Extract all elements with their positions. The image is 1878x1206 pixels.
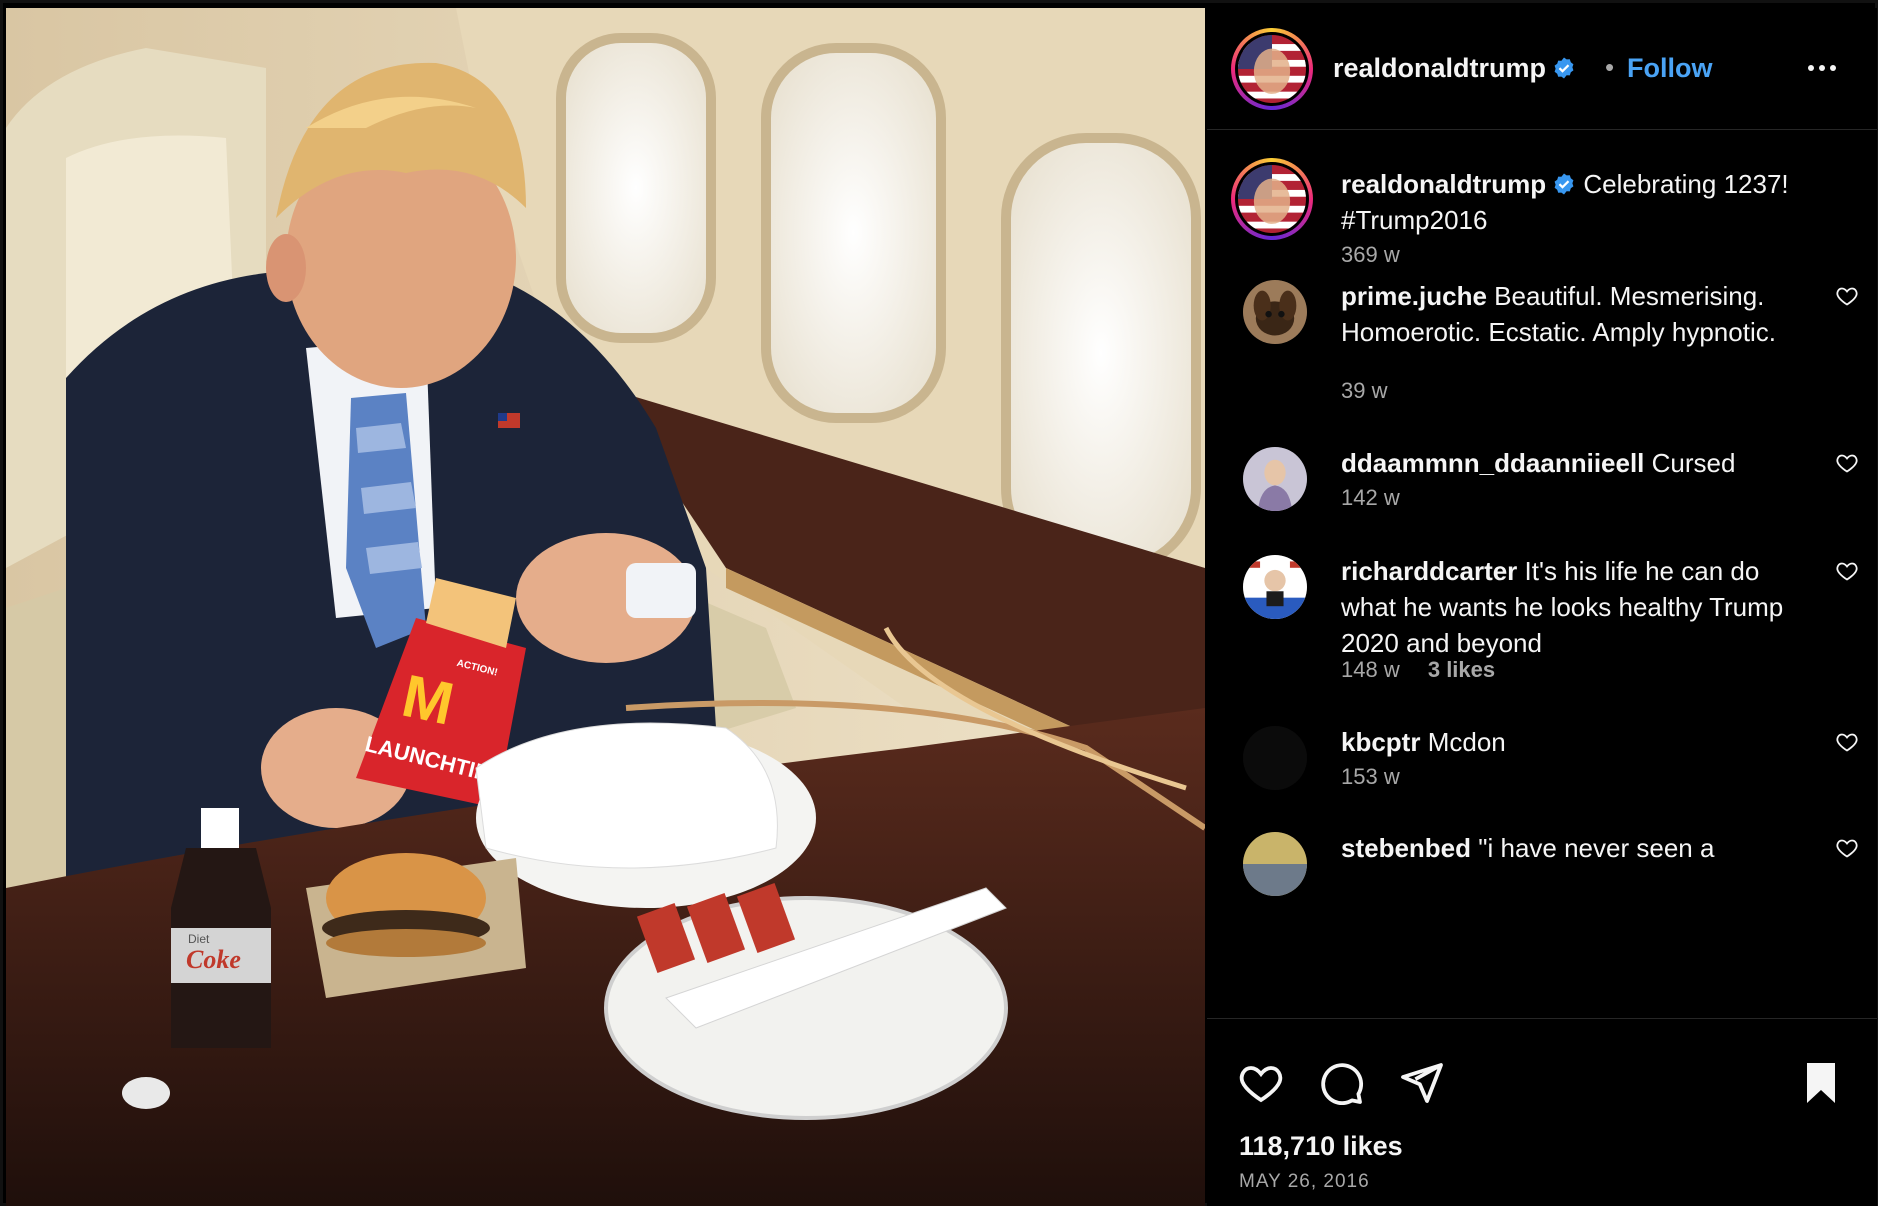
comment-text: stebenbed "i have never seen a <box>1341 830 1801 866</box>
post-actions: 118,710 likes MAY 26, 2016 <box>1207 1018 1877 1206</box>
more-options-icon[interactable] <box>1802 48 1842 88</box>
comment-username[interactable]: ddaammnn_ddaanniieell <box>1341 448 1644 478</box>
svg-text:Diet: Diet <box>188 932 210 946</box>
comment-text: prime.juche Beautiful. Mesmerising. Homo… <box>1341 278 1801 350</box>
comment-body: Mcdon <box>1427 727 1506 757</box>
comment-meta: 153 w <box>1341 764 1400 790</box>
caption-username[interactable]: realdonaldtrump <box>1341 169 1546 199</box>
comment-age: 148 w <box>1341 657 1400 682</box>
post-side-panel: realdonaldtrump • Follow realdonaldtrump… <box>1207 8 1877 1206</box>
commenter-avatar-image <box>1243 726 1307 790</box>
comment-meta: 148 w 3 likes <box>1341 657 1495 683</box>
commenter-avatar-image <box>1243 832 1307 896</box>
verified-badge-icon <box>1554 57 1574 79</box>
heart-icon[interactable] <box>1835 836 1859 860</box>
heart-icon[interactable] <box>1835 284 1859 308</box>
share-icon[interactable] <box>1397 1059 1445 1107</box>
comment-username[interactable]: prime.juche <box>1341 281 1487 311</box>
comment-username[interactable]: kbcptr <box>1341 727 1420 757</box>
caption-age: 369 w <box>1341 242 1400 267</box>
comment-text: richarddcarter It's his life he can do w… <box>1341 553 1801 661</box>
caption-author-avatar[interactable] <box>1231 158 1313 240</box>
author-username-row[interactable]: realdonaldtrump <box>1333 53 1576 84</box>
comment-username[interactable]: richarddcarter <box>1341 556 1517 586</box>
heart-icon[interactable] <box>1835 730 1859 754</box>
commenter-avatar[interactable] <box>1243 726 1307 790</box>
app-frame: M LAUNCHTIME! ACTION! Coke Diet realdona… <box>0 0 1878 1206</box>
post-date: MAY 26, 2016 <box>1239 1171 1370 1192</box>
commenter-avatar-image <box>1243 555 1307 619</box>
heart-icon[interactable] <box>1835 451 1859 475</box>
comment-icon[interactable] <box>1317 1059 1365 1107</box>
commenter-avatar[interactable] <box>1243 555 1307 619</box>
comment-text: kbcptr Mcdon <box>1341 724 1801 760</box>
comment-body: "i have never seen a <box>1478 833 1715 863</box>
comment-age: 142 w <box>1341 485 1400 510</box>
post-photo[interactable]: M LAUNCHTIME! ACTION! Coke Diet <box>6 8 1205 1206</box>
heart-icon[interactable] <box>1237 1059 1285 1107</box>
likes-count[interactable]: 118,710 likes <box>1239 1131 1403 1162</box>
verified-badge-icon <box>1554 173 1574 195</box>
commenter-avatar[interactable] <box>1243 280 1307 344</box>
post-header: realdonaldtrump • Follow <box>1207 8 1877 130</box>
svg-text:Coke: Coke <box>186 945 241 974</box>
caption-text: realdonaldtrump Celebrating 1237! #Trump… <box>1341 166 1811 238</box>
author-avatar[interactable] <box>1231 28 1313 110</box>
comment-meta: 142 w <box>1341 485 1400 511</box>
comment-likes[interactable]: 3 likes <box>1428 657 1495 682</box>
commenter-avatar[interactable] <box>1243 447 1307 511</box>
follow-button[interactable]: Follow <box>1627 53 1712 84</box>
header-separator: • <box>1605 52 1615 82</box>
bookmark-icon[interactable] <box>1797 1059 1845 1107</box>
comment-body: Cursed <box>1651 448 1736 478</box>
author-avatar-image <box>1238 35 1306 103</box>
comment-age: 153 w <box>1341 764 1400 789</box>
post-photo-illustration: M LAUNCHTIME! ACTION! Coke Diet <box>6 8 1205 1206</box>
commenter-avatar[interactable] <box>1243 832 1307 896</box>
comments-list[interactable]: realdonaldtrump Celebrating 1237! #Trump… <box>1207 130 1877 1018</box>
comment-age: 39 w <box>1341 378 1388 403</box>
commenter-avatar-image <box>1243 447 1307 511</box>
comment-username[interactable]: stebenbed <box>1341 833 1471 863</box>
comment-meta: 39 w <box>1341 378 1387 404</box>
caption-avatar-image <box>1238 165 1306 233</box>
heart-icon[interactable] <box>1835 559 1859 583</box>
author-username[interactable]: realdonaldtrump <box>1333 53 1546 83</box>
commenter-avatar-image <box>1243 280 1307 344</box>
comment-text: ddaammnn_ddaanniieell Cursed <box>1341 445 1801 481</box>
plate-with-ketchup <box>604 882 1008 1120</box>
